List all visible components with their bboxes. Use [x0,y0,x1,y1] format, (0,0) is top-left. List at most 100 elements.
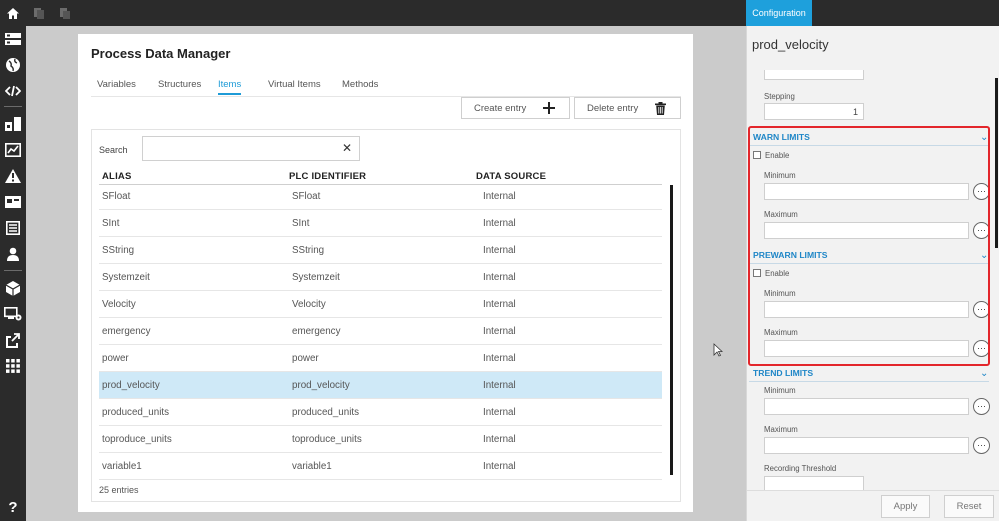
tab-items[interactable]: Items [218,79,242,95]
chart-icon[interactable] [4,141,22,159]
globe-icon[interactable] [4,56,22,74]
items-table: Search ✕ ALIAS PLC IDENTIFIER DATA SOURC… [91,129,681,502]
alias-cell: prod_velocity [102,380,160,391]
document-icon[interactable] [4,219,22,237]
create-entry-label: Create entry [474,103,527,114]
plc-identifier-cell: produced_units [292,407,359,418]
data-source-cell: Internal [483,272,516,283]
table-row[interactable]: toproduce_units toproduce_units Internal [99,426,662,453]
table-row[interactable]: Velocity Velocity Internal [99,291,662,318]
warning-icon[interactable] [4,167,22,185]
tab-structures[interactable]: Structures [158,79,201,90]
plc-identifier-cell: power [292,353,319,364]
stepping-input[interactable]: 1 [764,103,864,120]
tab-methods[interactable]: Methods [342,79,378,90]
tab-configuration[interactable]: Configuration [746,0,812,26]
alias-cell: variable1 [102,461,142,472]
column-header-data-source[interactable]: DATA SOURCE [476,171,546,182]
alias-cell: Systemzeit [102,272,150,283]
trend-maximum-label: Maximum [764,425,798,434]
config-scrollbar[interactable] [995,78,998,248]
data-source-cell: Internal [483,353,516,364]
sidebar-divider [4,270,22,271]
data-source-cell: Internal [483,218,516,229]
top-bar: Configuration [0,0,999,26]
data-source-cell: Internal [483,299,516,310]
plc-identifier-cell: emergency [292,326,341,337]
tab-variables[interactable]: Variables [97,79,136,90]
alias-cell: SString [102,245,135,256]
mouse-cursor-icon [713,343,723,357]
alias-cell: SFloat [102,191,131,202]
network-settings-icon[interactable] [4,305,22,323]
table-row[interactable]: power power Internal [99,345,662,372]
blocks-icon[interactable] [4,115,22,133]
trend-maximum-input[interactable] [764,437,969,454]
plc-identifier-cell: SFloat [292,191,321,202]
export-icon[interactable] [4,331,22,349]
table-row[interactable]: produced_units produced_units Internal [99,399,662,426]
alias-cell: power [102,353,129,364]
tab-virtual-items[interactable]: Virtual Items [268,79,321,90]
previous-field-input[interactable] [764,70,864,80]
home-icon[interactable] [5,5,21,21]
reset-button[interactable]: Reset [944,495,994,518]
table-row[interactable]: SFloat SFloat Internal [99,183,662,210]
table-row[interactable]: emergency emergency Internal [99,318,662,345]
section-divider [749,381,989,382]
process-data-manager-card: Process Data Manager Variables Structure… [78,34,693,512]
card-icon[interactable] [4,193,22,211]
more-options-button[interactable]: ··· [973,398,990,415]
user-icon[interactable] [4,245,22,263]
data-source-cell: Internal [483,434,516,445]
workspace: Process Data Manager Variables Structure… [26,26,746,521]
plc-identifier-cell: toproduce_units [292,434,362,445]
table-row[interactable]: SString SString Internal [99,237,662,264]
trash-icon [652,100,668,116]
table-row[interactable]: SInt SInt Internal [99,210,662,237]
config-footer: Apply Reset [747,490,999,521]
plus-icon [541,100,557,116]
page-title: Process Data Manager [91,46,231,61]
data-source-cell: Internal [483,380,516,391]
cube-icon[interactable] [4,279,22,297]
search-input[interactable]: ✕ [142,136,360,161]
trend-minimum-input[interactable] [764,398,969,415]
data-source-cell: Internal [483,407,516,418]
recording-threshold-label: Recording Threshold [764,464,837,473]
plc-identifier-cell: Velocity [292,299,326,310]
more-options-button[interactable]: ··· [973,437,990,454]
table-scrollbar[interactable] [670,185,673,475]
data-source-cell: Internal [483,461,516,472]
table-row-selected[interactable]: prod_velocity prod_velocity Internal [99,372,662,399]
delete-entry-button[interactable]: Delete entry [574,97,681,119]
copy-icon[interactable] [31,5,47,21]
chevron-down-icon[interactable]: ⌄ [980,369,990,379]
recording-threshold-input[interactable] [764,476,864,490]
apply-button[interactable]: Apply [881,495,930,518]
entry-count: 25 entries [99,485,139,495]
paste-icon[interactable] [57,5,73,21]
stepping-label: Stepping [764,92,795,101]
column-header-alias[interactable]: ALIAS [102,171,132,182]
table-row[interactable]: Systemzeit Systemzeit Internal [99,264,662,291]
column-header-plc-identifier[interactable]: PLC IDENTIFIER [289,171,366,182]
grid-icon[interactable] [4,357,22,375]
highlight-box [748,126,990,366]
data-source-cell: Internal [483,245,516,256]
trend-limits-header[interactable]: TREND LIMITS [753,368,813,378]
plc-identifier-cell: variable1 [292,461,332,472]
trend-minimum-label: Minimum [764,386,796,395]
list-icon[interactable] [4,30,22,48]
data-source-cell: Internal [483,191,516,202]
code-icon[interactable] [4,82,22,100]
plc-identifier-cell: Systemzeit [292,272,340,283]
help-button[interactable]: ? [4,498,22,516]
clear-search-icon[interactable]: ✕ [341,142,353,154]
alias-cell: Velocity [102,299,136,310]
plc-identifier-cell: SString [292,245,325,256]
alias-cell: emergency [102,326,151,337]
sidebar-divider [4,106,22,107]
create-entry-button[interactable]: Create entry [461,97,570,119]
table-row[interactable]: variable1 variable1 Internal [99,453,662,480]
